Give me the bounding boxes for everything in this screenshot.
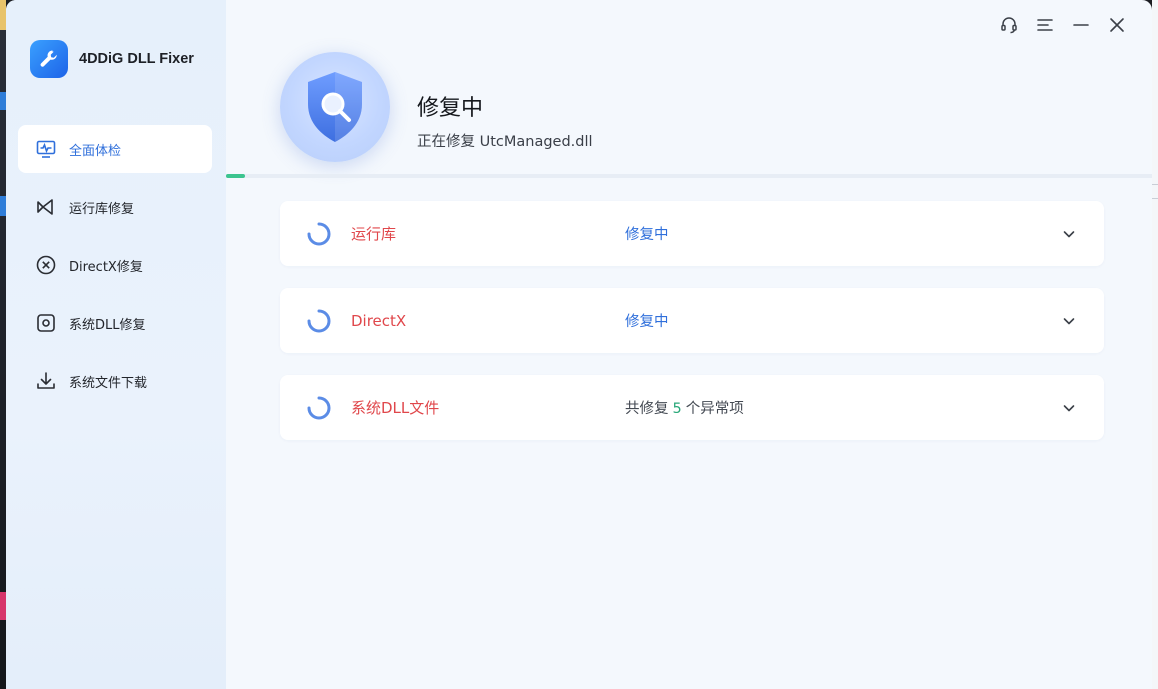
- sidebar-item-label: 系统DLL修复: [69, 317, 146, 333]
- directx-icon: [35, 254, 57, 276]
- shield-search-icon: [308, 72, 362, 142]
- chevron-down-icon[interactable]: [1060, 312, 1078, 330]
- card-status: 修复中: [625, 314, 669, 330]
- chevron-down-icon[interactable]: [1060, 399, 1078, 417]
- card-title: DirectX: [351, 311, 407, 330]
- wrench-logo-icon: [30, 40, 68, 78]
- repair-progress-bar: [226, 174, 1152, 178]
- runtime-icon: [35, 196, 57, 218]
- repaired-count: 5: [672, 401, 682, 417]
- repair-status-text: 正在修复 UtcManaged.dll: [417, 134, 593, 150]
- main-content: 修复中 正在修复 UtcManaged.dll 运行库 修复中 DirectX …: [226, 0, 1152, 689]
- page-title: 修复中: [417, 96, 484, 121]
- sidebar-item-label: 运行库修复: [69, 201, 135, 217]
- minimize-icon[interactable]: [1070, 14, 1092, 36]
- loading-spinner-icon: [307, 222, 331, 246]
- card-title: 运行库: [351, 225, 397, 243]
- desktop-background-right: [1152, 0, 1158, 689]
- sidebar-item-runtime-repair[interactable]: 运行库修复: [18, 183, 212, 231]
- loading-spinner-icon: [307, 309, 331, 333]
- close-icon[interactable]: [1106, 14, 1128, 36]
- menu-icon[interactable]: [1034, 14, 1056, 36]
- download-icon: [35, 370, 57, 392]
- sidebar-item-system-dll-repair[interactable]: 系统DLL修复: [18, 299, 212, 347]
- shield-search-badge: [280, 52, 390, 162]
- dll-gear-icon: [35, 312, 57, 334]
- sidebar-item-system-file-download[interactable]: 系统文件下载: [18, 357, 212, 405]
- repair-progress-fill: [226, 174, 245, 178]
- app-name: 4DDiG DLL Fixer: [79, 51, 194, 67]
- card-status: 共修复 5 个异常项: [625, 397, 744, 418]
- app-window: 4DDiG DLL Fixer 全面体检 运行库修复 DirectX修复 系统D…: [6, 0, 1152, 689]
- card-title: 系统DLL文件: [351, 399, 440, 417]
- sidebar-item-label: 全面体检: [69, 143, 122, 159]
- status-prefix: 共修复: [625, 401, 669, 417]
- sidebar-item-directx-repair[interactable]: DirectX修复: [18, 241, 212, 289]
- monitor-pulse-icon: [35, 138, 57, 160]
- chevron-down-icon[interactable]: [1060, 225, 1078, 243]
- window-controls: [998, 14, 1128, 36]
- repair-card-runtime[interactable]: 运行库 修复中: [280, 201, 1104, 266]
- support-headset-icon[interactable]: [998, 14, 1020, 36]
- brand: 4DDiG DLL Fixer: [30, 40, 194, 78]
- repair-card-system-dll[interactable]: 系统DLL文件 共修复 5 个异常项: [280, 375, 1104, 440]
- sidebar-item-label: DirectX修复: [69, 259, 143, 275]
- sidebar: 4DDiG DLL Fixer 全面体检 运行库修复 DirectX修复 系统D…: [6, 0, 226, 689]
- sidebar-nav: 全面体检 运行库修复 DirectX修复 系统DLL修复 系统文件下载: [18, 125, 212, 415]
- repair-card-directx[interactable]: DirectX 修复中: [280, 288, 1104, 353]
- status-suffix: 个异常项: [685, 401, 744, 417]
- sidebar-item-label: 系统文件下载: [69, 375, 148, 391]
- loading-spinner-icon: [307, 396, 331, 420]
- sidebar-item-full-checkup[interactable]: 全面体检: [18, 125, 212, 173]
- card-status: 修复中: [625, 227, 669, 243]
